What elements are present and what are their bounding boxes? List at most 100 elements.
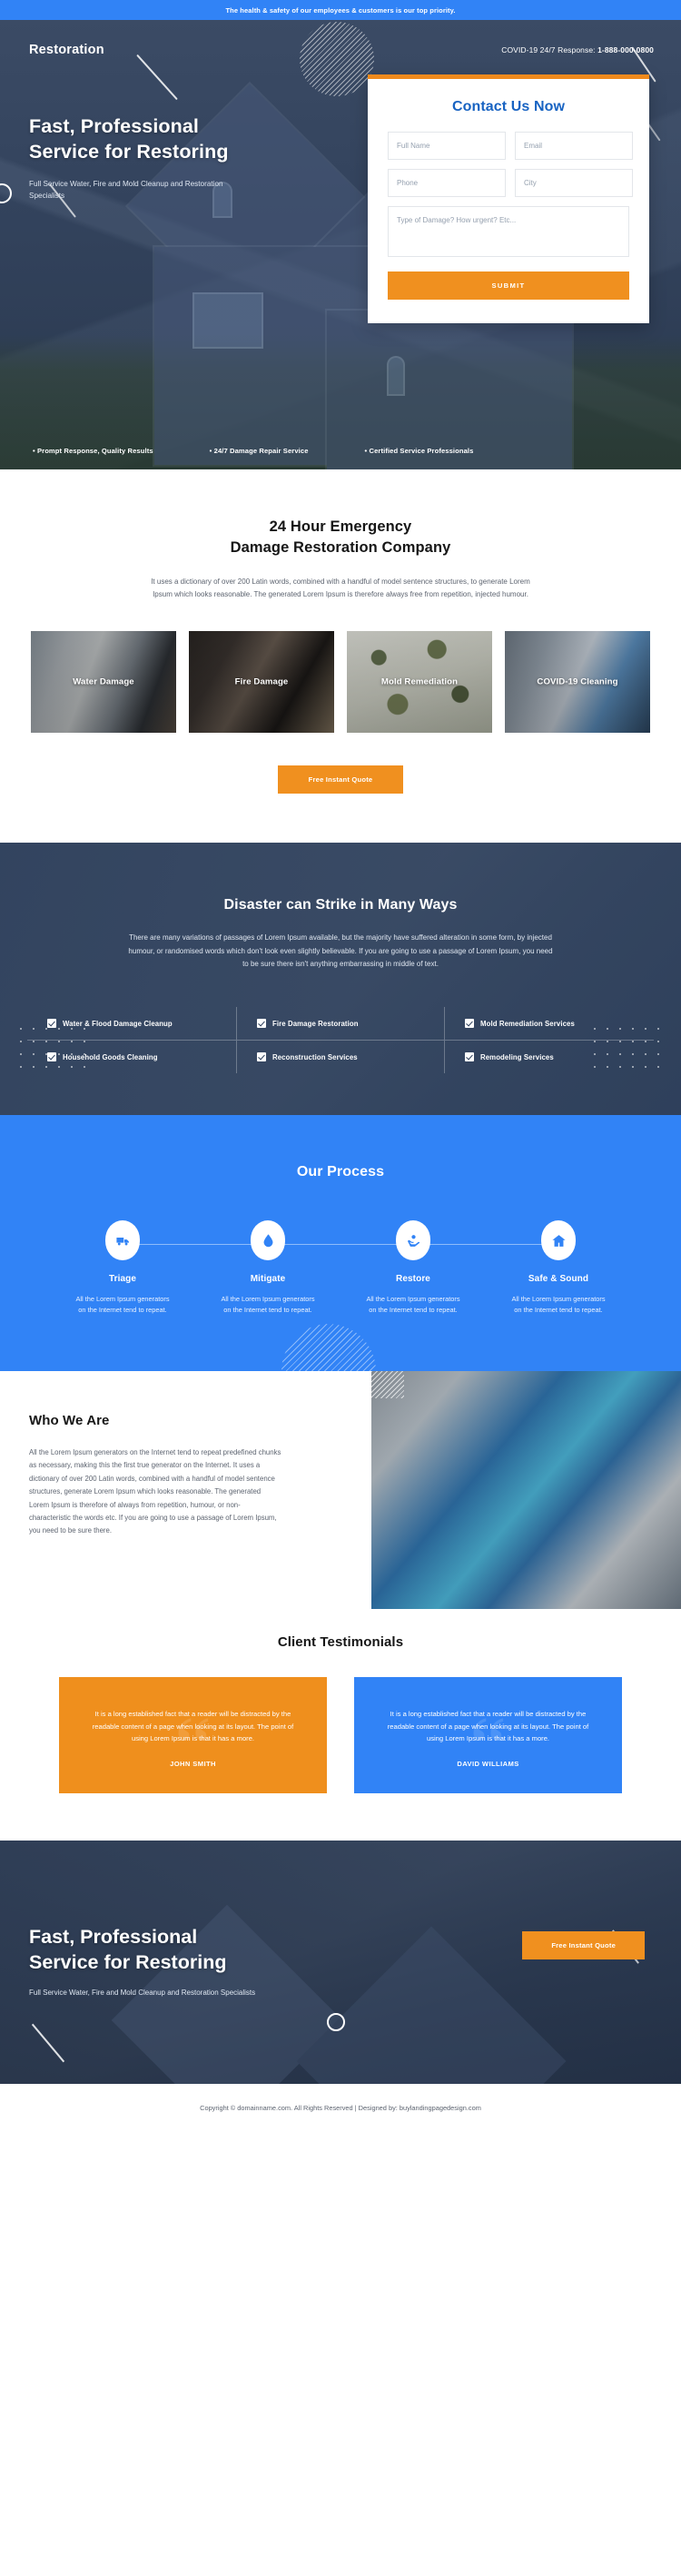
process-step-name: Mitigate — [250, 1274, 286, 1285]
free-instant-quote-button[interactable]: Free Instant Quote — [277, 765, 404, 795]
disaster-heading: Disaster can Strike in Many Ways — [223, 897, 458, 913]
bottom-cta-section: Fast, Professional Service for Restoring… — [0, 1840, 681, 2084]
testimonial-author: JOHN SMITH — [170, 1759, 216, 1768]
hero-feature-list: • Prompt Response, Quality Results • 24/… — [0, 447, 681, 469]
checkbox-checked-icon — [257, 1052, 266, 1062]
process-step-restore: Restore All the Lorem Ipsum generators o… — [340, 1220, 486, 1317]
checklist-item-label: Remodeling Services — [480, 1052, 554, 1061]
phone-number: 1-888-000-0800 — [597, 45, 654, 54]
checklist-item-label: Reconstruction Services — [272, 1052, 358, 1061]
covid-response-label: COVID-19 24/7 Response: — [501, 45, 598, 54]
process-step-desc: All the Lorem Ipsum generators on the In… — [75, 1295, 170, 1315]
checkbox-checked-icon — [257, 1019, 266, 1029]
phone-input[interactable] — [388, 169, 506, 197]
message-textarea[interactable] — [388, 206, 629, 257]
covid-response-phone[interactable]: COVID-19 24/7 Response: 1-888-000-0800 — [501, 45, 654, 54]
checklist-item-label: Fire Damage Restoration — [272, 1019, 359, 1028]
site-logo[interactable]: Restoration — [29, 43, 104, 57]
emergency-heading: 24 Hour Emergency Damage Restoration Com… — [0, 517, 681, 559]
service-card-fire-damage[interactable]: Fire Damage — [189, 631, 334, 734]
announcement-text: The health & safety of our employees & c… — [225, 6, 456, 15]
disaster-section: Disaster can Strike in Many Ways There a… — [0, 843, 681, 1115]
who-we-are-paragraph: All the Lorem Ipsum generators on the In… — [29, 1447, 281, 1535]
submit-button[interactable]: SUBMIT — [388, 271, 629, 300]
disaster-service-checklist: Water & Flood Damage Cleanup Fire Damage… — [27, 1007, 654, 1074]
cta-content: Fast, Professional Service for Restoring… — [0, 1841, 681, 1997]
service-card-mold-remediation[interactable]: Mold Remediation — [347, 631, 492, 734]
hero-feature-item: • 24/7 Damage Repair Service — [209, 447, 309, 455]
process-step-list: Triage All the Lorem Ipsum generators on… — [50, 1220, 631, 1317]
cta-copy: Fast, Professional Service for Restoring… — [29, 1924, 255, 1997]
testimonial-quote: It is a long established fact that a rea… — [387, 1709, 589, 1743]
process-step-triage: Triage All the Lorem Ipsum generators on… — [50, 1220, 195, 1317]
process-section: Our Process Triage All the Lorem Ipsum g… — [0, 1115, 681, 1371]
cta-heading-line1: Fast, Professional — [29, 1925, 198, 1948]
hero-heading: Fast, Professional Service for Restoring — [29, 114, 345, 165]
cta-subheading: Full Service Water, Fire and Mold Cleanu… — [29, 1988, 256, 1997]
service-card-covid-cleaning[interactable]: COVID-19 Cleaning — [505, 631, 650, 734]
landing-page: The health & safety of our employees & c… — [0, 0, 681, 2134]
testimonial-quote: It is a long established fact that a rea… — [92, 1709, 294, 1743]
testimonials-heading: Client Testimonials — [277, 1633, 404, 1650]
service-card-label: Fire Damage — [234, 676, 289, 687]
process-step-desc: All the Lorem Ipsum generators on the In… — [366, 1295, 460, 1315]
process-heading: Our Process — [296, 1164, 385, 1180]
service-card-water-damage[interactable]: Water Damage — [31, 631, 176, 734]
checklist-item[interactable]: Fire Damage Restoration — [236, 1007, 445, 1041]
process-step-name: Restore — [396, 1274, 430, 1285]
hero-section: Restoration COVID-19 24/7 Response: 1-88… — [0, 20, 681, 469]
streak-decoration — [31, 2023, 65, 2063]
hero-feature-item: • Certified Service Professionals — [364, 447, 474, 455]
service-card-list: Water Damage Fire Damage Mold Remediatio… — [0, 631, 681, 734]
checkbox-checked-icon — [47, 1052, 56, 1062]
emergency-heading-line1: 24 Hour Emergency — [269, 518, 412, 535]
dot-grid-decoration — [15, 1022, 93, 1074]
form-row — [388, 132, 633, 160]
who-we-are-image — [371, 1370, 681, 1609]
who-we-are-section: Who We Are All the Lorem Ipsum generator… — [0, 1370, 681, 1609]
testimonial-author: DAVID WILLIAMS — [457, 1759, 519, 1768]
footer: Copyright © domainname.com. All Rights R… — [0, 2083, 681, 2134]
checklist-item[interactable]: Reconstruction Services — [236, 1041, 445, 1074]
water-drop-icon — [251, 1220, 285, 1261]
contact-form: Contact Us Now SUBMIT — [368, 74, 649, 323]
testimonials-section: Client Testimonials “ It is a long estab… — [0, 1597, 681, 1841]
process-step-desc: All the Lorem Ipsum generators on the In… — [511, 1295, 606, 1315]
contact-form-title: Contact Us Now — [451, 99, 566, 114]
copyright-text: Copyright © domainname.com. All Rights R… — [200, 2103, 481, 2112]
process-step-desc: All the Lorem Ipsum generators on the In… — [221, 1295, 315, 1315]
hero-heading-line2: Service for Restoring — [29, 141, 229, 163]
announcement-bar: The health & safety of our employees & c… — [0, 0, 681, 20]
hero-heading-line1: Fast, Professional — [29, 115, 199, 137]
disaster-paragraph: There are many variations of passages of… — [128, 933, 553, 968]
form-row — [388, 169, 633, 197]
truck-icon — [105, 1220, 140, 1261]
hero-header: Restoration COVID-19 24/7 Response: 1-88… — [0, 20, 681, 57]
cta-heading-line2: Service for Restoring — [29, 1951, 227, 1974]
home-icon — [541, 1220, 576, 1261]
hero-feature-item: • Prompt Response, Quality Results — [33, 447, 153, 455]
cta-free-instant-quote-button[interactable]: Free Instant Quote — [522, 1930, 645, 1959]
emergency-section: 24 Hour Emergency Damage Restoration Com… — [0, 469, 681, 844]
checkbox-checked-icon — [465, 1019, 474, 1029]
process-step-mitigate: Mitigate All the Lorem Ipsum generators … — [195, 1220, 340, 1317]
full-name-input[interactable] — [388, 132, 506, 160]
cta-heading: Fast, Professional Service for Restoring — [29, 1924, 255, 1976]
city-input[interactable] — [515, 169, 633, 197]
email-input[interactable] — [515, 132, 633, 160]
dot-grid-decoration — [588, 1022, 666, 1074]
hatched-circle-decoration — [281, 1323, 376, 1371]
service-card-label: Water Damage — [73, 676, 134, 687]
process-step-safe-and-sound: Safe & Sound All the Lorem Ipsum generat… — [486, 1220, 631, 1317]
ring-decoration — [327, 2012, 345, 2031]
checklist-item-label: Mold Remediation Services — [480, 1019, 575, 1028]
checkbox-checked-icon — [465, 1052, 474, 1062]
hero-subheading: Full Service Water, Fire and Mold Cleanu… — [29, 179, 223, 201]
who-we-are-copy: Who We Are All the Lorem Ipsum generator… — [0, 1413, 309, 1538]
testimonial-card: “ It is a long established fact that a r… — [59, 1676, 327, 1793]
process-step-name: Safe & Sound — [528, 1274, 589, 1285]
process-step-name: Triage — [108, 1274, 137, 1285]
service-card-label: Mold Remediation — [380, 676, 459, 687]
hero-copy: Fast, Professional Service for Restoring… — [0, 57, 345, 202]
hatch-decoration — [371, 1370, 404, 1398]
